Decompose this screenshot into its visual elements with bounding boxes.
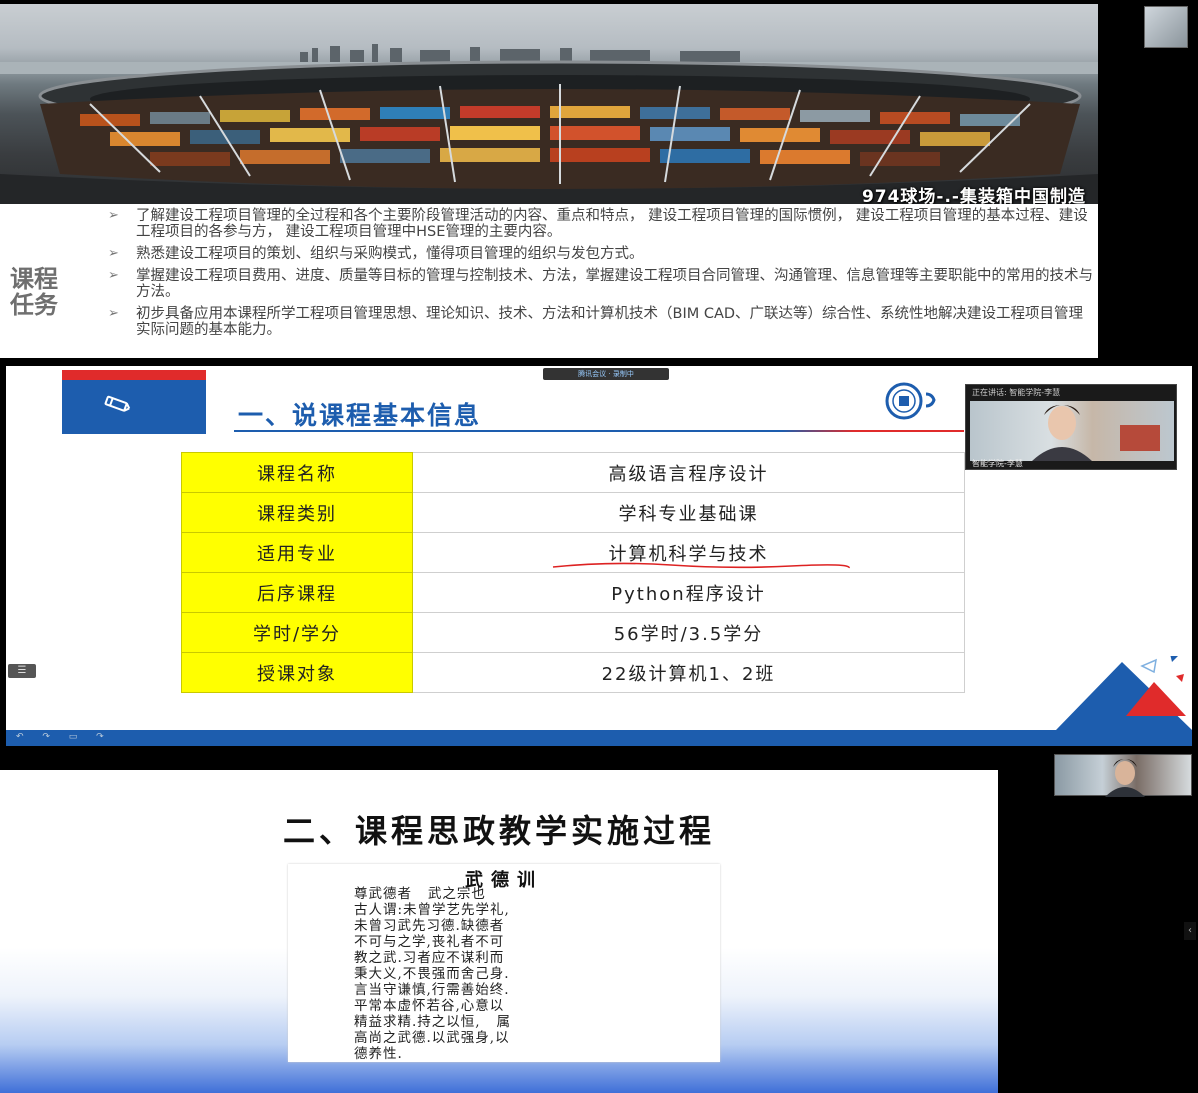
header-red-bar <box>62 370 206 380</box>
arrow-bullet-icon: ➢ <box>108 306 119 321</box>
wude-text-card: 武德训 尊武德者 武之宗也 古人谓:未曾学艺先学礼, 未曾习武先习德.缺德者 不… <box>288 864 720 1062</box>
stadium-photo: 974球场-.-集装箱中国制造 <box>0 4 1098 204</box>
arrow-bullet-icon: ➢ <box>108 268 119 283</box>
list-item: 未曾习武先习德.缺德者 <box>354 918 505 934</box>
share-panel-3: 二、课程思政教学实施过程 武德训 尊武德者 武之宗也 古人谓:未曾学艺先学礼, … <box>0 750 1198 1093</box>
table-row: 学时/学分 56学时/3.5学分 <box>181 612 965 653</box>
row-value: 56学时/3.5学分 <box>412 612 965 653</box>
task-text: 熟悉建设工程项目的策划、组织与采购模式，懂得项目管理的组织与发包方式。 <box>136 246 644 262</box>
table-row: 课程类别 学科专业基础课 <box>181 492 965 533</box>
slide-title: 二、课程思政教学实施过程 <box>282 812 715 850</box>
participant-video-thumbnail[interactable] <box>1054 754 1192 797</box>
list-item: 古人谓:未曾学艺先学礼, <box>354 902 510 918</box>
menu-icon[interactable]: ☰ <box>8 664 36 678</box>
table-row: 后序课程 Python程序设计 <box>181 572 965 613</box>
list-item: ➢ 掌握建设工程项目费用、进度、质量等目标的管理与控制技术、方法，掌握建设工程项目… <box>108 268 1093 300</box>
header-blue-block <box>62 380 206 434</box>
speaker-silhouette <box>1032 405 1160 461</box>
row-value: 22级计算机1、2班 <box>412 652 965 693</box>
card-lines: 尊武德者 武之宗也 古人谓:未曾学艺先学礼, 未曾习武先习德.缺德者 不可与之学… <box>354 886 511 1062</box>
stadium-caption: 974球场-.-集装箱中国制造 <box>861 187 1086 204</box>
row-value: Python程序设计 <box>412 572 965 613</box>
course-task-title-text: 课程 任务 <box>10 265 58 319</box>
list-item: 平常本虚怀若谷,心意以 <box>354 998 505 1014</box>
row-value: 高级语言程序设计 <box>412 452 965 493</box>
slide-footer-bar: ↶ ↷ ▭ ↷ <box>6 730 1192 746</box>
course-task-title: 课程 任务 <box>10 266 90 318</box>
arrow-bullet-icon: ➢ <box>108 208 119 223</box>
list-item: 高尚之武德.以武强身,以 <box>354 1030 510 1046</box>
slide-title: 一、说课程基本信息 <box>238 401 482 430</box>
row-key: 课程类别 <box>181 492 413 533</box>
speaker-video-window[interactable]: 正在讲话: 智能学院-李慧 智能学院-李慧 <box>965 384 1177 470</box>
list-item: 教之武.习者应不谋利而 <box>354 950 505 966</box>
slide-ideology-teaching: 二、课程思政教学实施过程 武德训 尊武德者 武之宗也 古人谓:未曾学艺先学礼, … <box>0 770 998 1093</box>
row-key: 适用专业 <box>181 532 413 573</box>
task-text: 掌握建设工程项目费用、进度、质量等目标的管理与控制技术、方法，掌握建设工程项目合… <box>136 268 1093 300</box>
pencil-icon <box>104 395 131 412</box>
task-text: 初步具备应用本课程所学工程项目管理思想、理论知识、技术、方法和计算机技术（BIM… <box>136 306 1084 338</box>
stadium-image <box>0 44 1098 204</box>
title-underline <box>234 430 964 432</box>
list-item: 尊武德者 武之宗也 <box>354 886 486 902</box>
speaking-indicator: 正在讲话: 智能学院-李慧 <box>972 388 1061 397</box>
chevron-left-icon[interactable]: ‹ <box>1184 922 1196 940</box>
share-panel-1: 974球场-.-集装箱中国制造 课程 任务 ➢ 了解建设工程项目管理的全过程和各个… <box>0 0 1198 360</box>
slide-course-tasks: 974球场-.-集装箱中国制造 课程 任务 ➢ 了解建设工程项目管理的全过程和各个… <box>0 4 1098 358</box>
row-key: 学时/学分 <box>181 612 413 653</box>
list-item: ➢ 初步具备应用本课程所学工程项目管理思想、理论知识、技术、方法和计算机技术（BI… <box>108 306 1093 338</box>
table-row: 课程名称 高级语言程序设计 <box>181 452 965 493</box>
row-key: 课程名称 <box>181 452 413 493</box>
row-value: 学科专业基础课 <box>412 492 965 533</box>
participant-silhouette <box>1105 759 1145 797</box>
list-item: 不可与之学,丧礼者不可 <box>354 934 505 950</box>
list-item: 秉大义,不畏强而舍己身. <box>354 966 510 982</box>
row-key: 授课对象 <box>181 652 413 693</box>
row-key: 后序课程 <box>181 572 413 613</box>
list-item: ➢ 了解建设工程项目管理的全过程和各个主要阶段管理活动的内容、重点和特点， 建设工… <box>108 208 1093 240</box>
list-item: 精益求精.持之以恒, 属 <box>354 1014 511 1030</box>
arrow-bullet-icon: ➢ <box>108 246 119 261</box>
list-item: 德养性. <box>354 1046 403 1062</box>
presentation-controls[interactable]: ↶ ↷ ▭ ↷ <box>16 732 116 744</box>
list-item: ➢ 熟悉建设工程项目的策划、组织与采购模式，懂得项目管理的组织与发包方式。 <box>108 246 1093 262</box>
annotation-underline <box>552 562 850 569</box>
table-row: 授课对象 22级计算机1、2班 <box>181 652 965 693</box>
task-text: 了解建设工程项目管理的全过程和各个主要阶段管理活动的内容、重点和特点， 建设工程… <box>136 208 1088 240</box>
university-seal-icon <box>885 382 936 420</box>
list-item: 言当守谦慎,行需善始终. <box>354 982 510 998</box>
share-panel-2: 腾讯会议 · 录制中 一、说课程基本信息 课程名称 高级语言程序设计 课程类别 学科… <box>0 360 1198 750</box>
speaker-name-label: 智能学院-李慧 <box>972 459 1023 468</box>
participant-video-thumbnail[interactable] <box>1144 6 1188 48</box>
meeting-status-bar[interactable]: 腾讯会议 · 录制中 <box>543 368 669 380</box>
speaker-video-feed <box>970 401 1174 461</box>
course-task-list: ➢ 了解建设工程项目管理的全过程和各个主要阶段管理活动的内容、重点和特点， 建设工… <box>108 208 1093 344</box>
